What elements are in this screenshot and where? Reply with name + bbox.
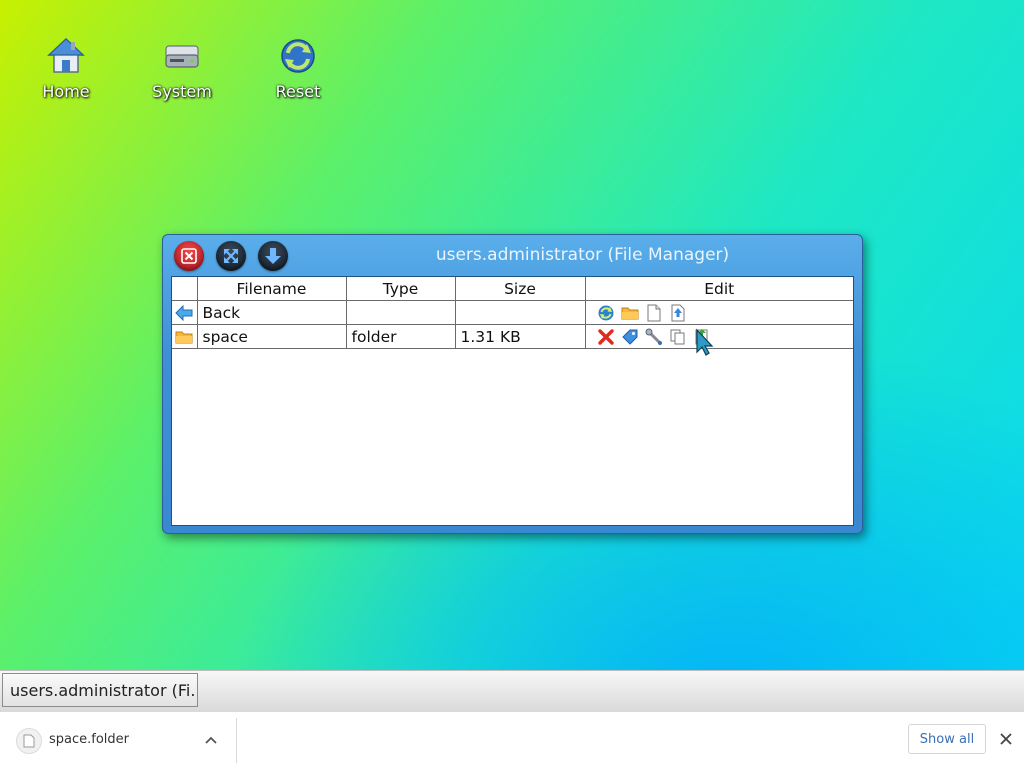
- download-bar: space.folder Show all: [0, 711, 1024, 768]
- desktop-icon-system[interactable]: System: [137, 36, 227, 101]
- column-header-type[interactable]: Type: [345, 277, 456, 301]
- file-table: Filename Type Size Edit Back space folde…: [172, 277, 853, 349]
- size-cell: 1.31 KB: [454, 324, 586, 349]
- filename-cell[interactable]: Back: [196, 300, 347, 325]
- type-cell: [345, 300, 456, 325]
- column-header-size[interactable]: Size: [454, 277, 586, 301]
- mouse-cursor-icon: [696, 328, 714, 356]
- upload-icon[interactable]: [669, 304, 687, 322]
- column-header-filename[interactable]: Filename: [196, 277, 347, 301]
- column-header-edit: Edit: [584, 277, 853, 301]
- desktop-icon-label: Reset: [275, 82, 321, 101]
- window-close-button[interactable]: [174, 241, 204, 271]
- new-file-icon[interactable]: [645, 304, 663, 322]
- taskbar: users.administrator (Fi...: [0, 670, 1024, 712]
- window-title: users.administrator (File Manager): [435, 245, 730, 265]
- filename-cell[interactable]: space: [196, 324, 347, 349]
- row-icon-cell[interactable]: [172, 300, 198, 325]
- table-row[interactable]: Back: [172, 300, 853, 325]
- delete-icon[interactable]: [597, 328, 615, 346]
- download-divider: [236, 718, 237, 763]
- home-icon: [47, 37, 85, 73]
- desktop-icon-home[interactable]: Home: [21, 36, 111, 101]
- screen: Home System Reset users.administrator (F…: [0, 0, 1024, 768]
- refresh-icon[interactable]: [597, 304, 615, 322]
- edit-cell: [584, 324, 853, 349]
- file-manager-window[interactable]: users.administrator (File Manager) Filen…: [162, 234, 863, 534]
- reset-icon: [281, 39, 315, 73]
- table-header-row: Filename Type Size Edit: [172, 277, 853, 301]
- new-folder-icon[interactable]: [621, 304, 639, 322]
- maximize-icon: [224, 249, 238, 263]
- window-titlebar[interactable]: users.administrator (File Manager): [163, 235, 862, 277]
- desktop-icon-label: System: [152, 82, 212, 101]
- row-icon-cell[interactable]: [172, 324, 198, 349]
- taskbar-item-file-manager[interactable]: users.administrator (Fi...: [2, 673, 198, 707]
- show-all-button[interactable]: Show all: [908, 724, 986, 754]
- column-header-icon: [172, 277, 198, 301]
- size-cell: [454, 300, 586, 325]
- desktop-icon-label: Home: [42, 82, 90, 101]
- file-list-panel[interactable]: Filename Type Size Edit Back space folde…: [171, 276, 854, 526]
- type-cell: folder: [345, 324, 456, 349]
- close-icon: [181, 248, 197, 264]
- desktop-icon-reset[interactable]: Reset: [253, 36, 343, 101]
- chevron-up-icon[interactable]: [202, 732, 220, 750]
- minimize-icon: [265, 248, 281, 264]
- folder-icon: [175, 331, 193, 343]
- rename-tag-icon[interactable]: [621, 328, 639, 346]
- table-row[interactable]: space folder 1.31 KB: [172, 324, 853, 349]
- download-file-icon[interactable]: [16, 728, 42, 754]
- copy-icon[interactable]: [669, 328, 687, 346]
- back-arrow-icon: [175, 304, 193, 321]
- properties-wrench-icon[interactable]: [645, 328, 663, 346]
- window-minimize-button[interactable]: [258, 241, 288, 271]
- download-filename[interactable]: space.folder: [49, 732, 129, 747]
- close-icon[interactable]: [997, 730, 1015, 748]
- drive-icon: [165, 45, 199, 68]
- window-maximize-button[interactable]: [216, 241, 246, 271]
- edit-cell: [584, 300, 853, 325]
- desktop[interactable]: Home System Reset users.administrator (F…: [0, 0, 1024, 670]
